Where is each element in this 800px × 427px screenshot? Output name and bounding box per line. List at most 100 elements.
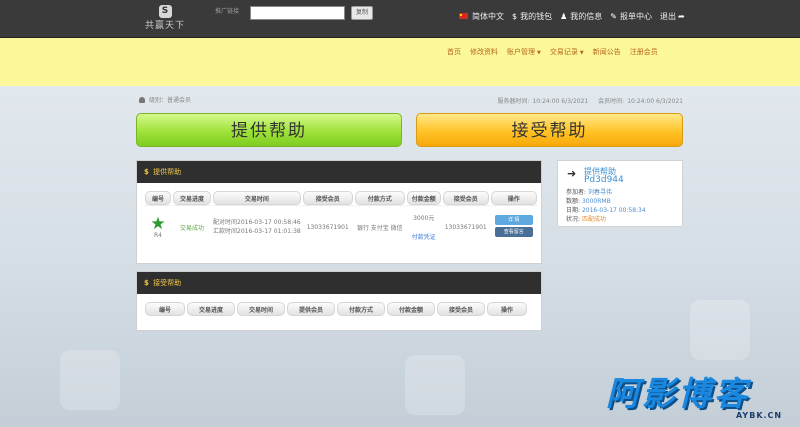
logo-text: 共赢天下: [144, 21, 185, 31]
accept-help-panel: $ 接受帮助 编号 交易进度 交易时间 提供会员 付款方式 付款金额 接受会员 …: [136, 271, 542, 331]
caret-down-icon: ▼: [579, 50, 584, 56]
member-level-label: 级别：普通会员: [149, 97, 192, 104]
logo-icon: S: [158, 5, 172, 18]
row-number: R4: [154, 231, 162, 239]
order-center-label: 报单中心: [619, 11, 652, 21]
card-line: 状况: 匹配成功: [566, 216, 606, 223]
remit-time: 汇款时间2016-03-17 01:01:38: [213, 228, 301, 235]
logout-link[interactable]: 退出 ➦: [660, 11, 688, 22]
top-bar: S 共赢天下 推广链接 复制 简体中文 $ 我的钱包 ♟ 我的信息 ✎ 报单中心…: [0, 0, 800, 38]
caret-down-icon: ▼: [537, 50, 541, 56]
share-icon: ➦: [677, 11, 685, 21]
dollar-icon: $: [144, 279, 149, 287]
star-icon: ★: [150, 213, 166, 234]
nav-edit-profile[interactable]: 修改资料: [470, 47, 498, 57]
cell-status: 交易成功: [173, 205, 211, 245]
logout-label: 退出: [659, 11, 676, 21]
table-header-row: 编号 交易进度 交易时间 接受会员 付款方式 付款金额 接受会员 操作: [145, 191, 537, 205]
watermark: 阿影博客 AYBK.CN: [606, 376, 796, 426]
provide-help-button[interactable]: 提供帮助: [136, 113, 402, 147]
background-decoration: [405, 355, 465, 415]
provide-help-table: 编号 交易进度 交易时间 接受会员 付款方式 付款金额 接受会员 操作 ★ R4…: [143, 191, 539, 245]
server-time-value: 10:24:00 6/3/2021: [532, 98, 589, 105]
user-icon: [139, 96, 145, 103]
server-time-label: 服务器时间:: [497, 98, 530, 105]
top-nav: 简体中文 $ 我的钱包 ♟ 我的信息 ✎ 报单中心 退出 ➦: [459, 10, 696, 22]
nav-records-label: 交易记录: [549, 48, 578, 56]
provide-help-panel: $ 提供帮助 编号 交易进度 交易时间 接受会员 付款方式 付款金额 接受会员 …: [136, 160, 542, 264]
wallet-label: 我的钱包: [520, 11, 553, 21]
my-info-link[interactable]: ♟ 我的信息: [560, 11, 602, 22]
language-label: 简体中文: [472, 11, 504, 21]
cell-amount: 3000元 付款凭证: [406, 205, 441, 245]
match-time: 配对时间2016-03-17 00:58:46: [213, 219, 301, 226]
table-row: ★ R4 交易成功 配对时间2016-03-17 00:58:46 汇款时间20…: [145, 205, 537, 245]
local-time-label: 会员时间:: [598, 98, 625, 105]
order-center-link[interactable]: ✎ 报单中心: [610, 11, 652, 22]
col-header: 交易时间: [237, 302, 285, 316]
nav-account[interactable]: 账户管理 ▼: [507, 47, 541, 57]
language-link[interactable]: 简体中文: [459, 11, 504, 22]
wallet-link[interactable]: $ 我的钱包: [512, 11, 552, 22]
site-logo[interactable]: S 共赢天下: [143, 5, 187, 33]
cell-member: 13033671901: [442, 205, 489, 245]
help-summary-card[interactable]: ➜ 提供帮助 Pd3d944 参加者: 刘春寻伟 数额: 3000RMB 日期:…: [557, 160, 683, 227]
dollar-icon: $: [512, 11, 518, 21]
background-decoration: [60, 350, 120, 410]
col-header: 交易进度: [187, 302, 235, 316]
time-display: 服务器时间: 10:24:00 6/3/2021 会员时间: 10:24:00 6/…: [494, 96, 683, 105]
card-details: 参加者: 刘春寻伟 数额: 3000RMB 日期: 2016-03-17 00:…: [566, 188, 646, 224]
payment-proof-link[interactable]: 付款凭证: [407, 232, 441, 241]
col-header: 付款金额: [387, 302, 435, 316]
card-line: 日期: 2016-03-17 00:58:34: [566, 207, 646, 214]
panel-header: $ 提供帮助: [137, 161, 541, 183]
col-header: 提供会员: [287, 302, 335, 316]
local-time-value: 10:24:00 6/3/2021: [627, 98, 683, 105]
user-icon: ♟: [560, 11, 568, 21]
watermark-text: 阿影博客: [606, 374, 750, 413]
nav-news[interactable]: 新闻公告: [593, 47, 621, 57]
accept-help-button[interactable]: 接受帮助: [416, 113, 683, 147]
col-header: 交易时间: [213, 191, 301, 205]
edit-icon: ✎: [610, 11, 617, 21]
card-id: Pd3d944: [584, 175, 624, 185]
table-header-row: 编号 交易进度 交易时间 提供会员 付款方式 付款金额 接受会员 操作: [145, 302, 527, 316]
flag-icon: [459, 13, 468, 19]
col-header: 付款金额: [406, 191, 441, 205]
dollar-icon: $: [144, 168, 149, 176]
referral-label: 推广链接: [215, 8, 240, 15]
card-line: 数额: 3000RMB: [566, 198, 611, 205]
cell-actions: 详 情 查看留言: [490, 205, 537, 245]
col-header: 操作: [487, 302, 527, 316]
copy-button[interactable]: 复制: [351, 6, 373, 20]
cell-member: 13033671901: [302, 205, 353, 245]
col-header: 接受会员: [302, 191, 353, 205]
nav-register[interactable]: 注册会员: [630, 47, 658, 57]
cell-time: 配对时间2016-03-17 00:58:46 汇款时间2016-03-17 0…: [213, 205, 301, 245]
col-header: 付款方式: [337, 302, 385, 316]
my-info-label: 我的信息: [570, 11, 603, 21]
referral-link-input[interactable]: [250, 6, 345, 20]
col-header: 编号: [145, 302, 185, 316]
status-text: 交易成功: [179, 224, 204, 232]
member-level: 级别：普通会员: [139, 95, 191, 104]
amount-value: 3000元: [413, 215, 435, 222]
nav-records[interactable]: 交易记录 ▼: [550, 47, 584, 57]
col-header: 编号: [145, 191, 171, 205]
details-button[interactable]: 详 情: [494, 215, 533, 225]
header-band: [0, 38, 800, 86]
watermark-subtext: AYBK.CN: [736, 411, 783, 420]
background-decoration: [690, 300, 750, 360]
col-header: 操作: [490, 191, 537, 205]
panel-title: 接受帮助: [153, 279, 182, 287]
nav-home[interactable]: 首页: [447, 47, 461, 57]
cell-no: ★ R4: [145, 205, 171, 245]
card-line: 参加者: 刘春寻伟: [566, 189, 612, 196]
accept-help-table: 编号 交易进度 交易时间 提供会员 付款方式 付款金额 接受会员 操作: [143, 302, 529, 316]
panel-title: 提供帮助: [153, 168, 182, 176]
cell-pay-method: 银行 支付宝 微信: [354, 205, 405, 245]
col-header: 付款方式: [354, 191, 405, 205]
arrow-right-icon: ➜: [567, 167, 577, 180]
view-messages-button[interactable]: 查看留言: [494, 227, 533, 237]
col-header: 交易进度: [173, 191, 211, 205]
